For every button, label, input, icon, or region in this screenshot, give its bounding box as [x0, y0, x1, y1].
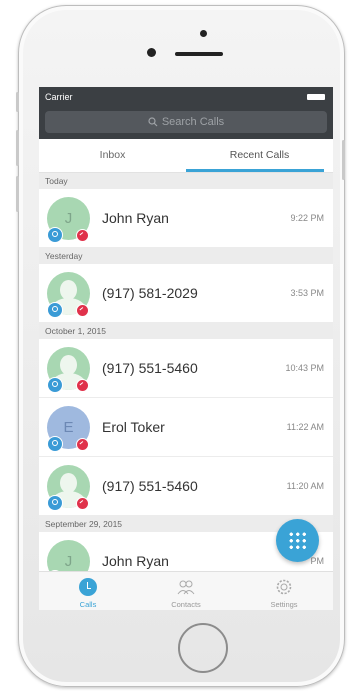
missed-call-icon [76, 497, 89, 510]
person-silhouette-icon [60, 355, 77, 375]
volume-up-button [16, 130, 19, 166]
active-tab-indicator [186, 169, 324, 172]
caller-name: Erol Toker [102, 419, 165, 435]
caller-name: (917) 581-2029 [102, 285, 198, 301]
call-time: 11:22 AM [286, 422, 324, 432]
list-item[interactable]: (917) 581-2029 3:53 PM [39, 264, 333, 323]
camera-dot [200, 30, 207, 37]
section-header: Today [39, 173, 333, 189]
caller-name: (917) 551-5460 [102, 360, 198, 376]
segment-tabs: Inbox Recent Calls [39, 139, 333, 173]
missed-call-icon [76, 229, 89, 242]
person-silhouette-icon [60, 473, 77, 493]
gear-icon [276, 579, 292, 595]
dialpad-icon [288, 531, 307, 550]
call-time: 3:53 PM [290, 288, 324, 298]
call-time: 9:22 PM [290, 213, 324, 223]
front-camera [147, 48, 156, 57]
call-time: 10:43 PM [285, 363, 324, 373]
call-time: 11:20 AM [286, 481, 324, 491]
volume-down-button [16, 176, 19, 212]
header: Carrier 9:43 PM Search Calls [39, 87, 333, 139]
clock-icon [79, 578, 97, 596]
section-header: Yesterday [39, 248, 333, 264]
tab-settings-label: Settings [270, 600, 298, 609]
contact-icon [47, 377, 63, 393]
list-item[interactable]: E Erol Toker 11:22 AM [39, 398, 333, 457]
status-bar: Carrier 9:43 PM [39, 87, 333, 126]
dialpad-button[interactable] [276, 519, 319, 562]
search-icon [148, 117, 158, 127]
tab-contacts-label: Contacts [171, 600, 201, 609]
contact-icon [47, 495, 63, 511]
app-screen: Carrier 9:43 PM Search Calls Inbox Recen… [39, 87, 333, 610]
contact-icon [47, 302, 63, 318]
section-header: October 1, 2015 [39, 323, 333, 339]
tab-bar: Calls Contacts Settings [39, 571, 333, 610]
search-placeholder: Search Calls [161, 116, 225, 128]
tab-inbox[interactable]: Inbox [39, 139, 186, 170]
caller-name: John Ryan [102, 210, 169, 226]
tab-calls-label: Calls [79, 600, 97, 609]
caller-name: (917) 551-5460 [102, 478, 198, 494]
contact-icon [47, 436, 63, 452]
tab-recent-calls[interactable]: Recent Calls [186, 139, 333, 170]
people-icon [177, 580, 195, 595]
earpiece-speaker [175, 52, 223, 56]
tab-settings[interactable]: Settings [235, 572, 333, 610]
missed-call-icon [76, 304, 89, 317]
missed-call-icon [76, 438, 89, 451]
power-button [342, 140, 345, 180]
contact-icon [47, 227, 63, 243]
list-item[interactable]: (917) 551-5460 11:20 AM [39, 457, 333, 516]
missed-call-icon [76, 379, 89, 392]
person-silhouette-icon [60, 280, 77, 300]
search-bar[interactable]: Search Calls [45, 111, 327, 133]
mute-switch [16, 92, 19, 112]
list-item[interactable]: J John Ryan 9:22 PM [39, 189, 333, 248]
battery-icon [307, 94, 325, 100]
home-button[interactable] [178, 623, 228, 673]
list-item[interactable]: (917) 551-5460 10:43 PM [39, 339, 333, 398]
tab-calls[interactable]: Calls [39, 572, 137, 610]
tab-contacts[interactable]: Contacts [137, 572, 235, 610]
